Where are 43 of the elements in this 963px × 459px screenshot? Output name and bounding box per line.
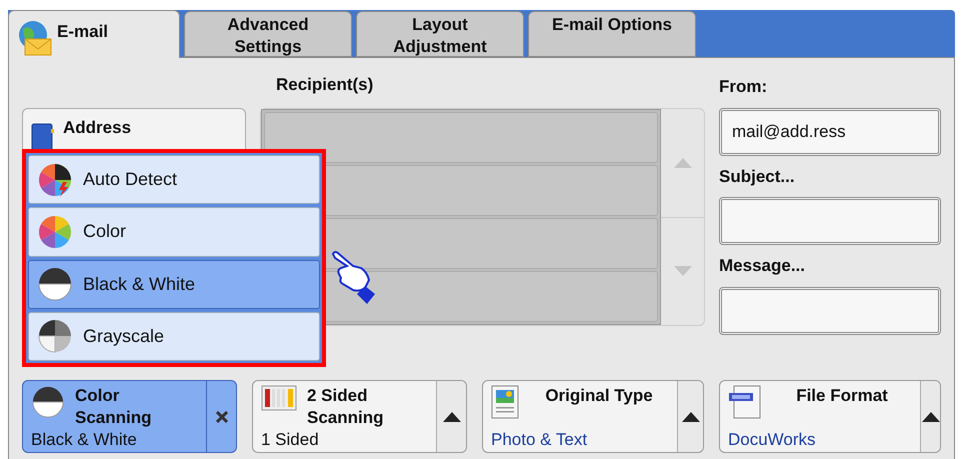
down-arrow-icon [674,266,692,276]
expand-button[interactable] [436,381,466,452]
close-icon [216,410,228,422]
auto-detect-icon [37,162,73,198]
text-field[interactable] [719,197,941,245]
menu-item[interactable]: Color [28,207,320,256]
feature-title: Original Type [544,385,654,407]
grayscale-icon [37,318,73,354]
document-icon [728,385,762,419]
feature-value: Black & White [31,430,137,451]
tab[interactable]: Advanced Settings [184,11,352,57]
recipients-label: Recipient(s) [275,74,374,96]
up-arrow-icon [682,412,700,422]
feature-value: Photo & Text [491,430,588,451]
up-arrow-icon [922,412,940,422]
up-arrow-icon [674,158,692,168]
menu-item[interactable]: Auto Detect [28,155,320,204]
field-label: From: [719,76,768,98]
feature-value: 1 Sided [261,430,319,451]
color-wheel-icon [37,214,73,250]
pointing-hand-icon [331,250,377,306]
feature-value: DocuWorks [728,430,816,451]
feature-title: File Format [795,385,889,407]
tab[interactable]: E-mail [8,10,180,58]
tab[interactable]: E-mail Options [528,11,696,57]
field-label: Message... [719,255,806,277]
feature-title: Color Scanning [75,385,153,429]
menu-item[interactable]: Grayscale [28,312,320,361]
text-field[interactable]: mail@add.ress [719,108,941,156]
recipient-row[interactable] [264,112,658,163]
menu-item[interactable]: Black & White [28,260,320,309]
expand-button[interactable] [920,381,940,452]
expand-button[interactable] [677,381,703,452]
text-field[interactable] [719,286,941,334]
up-arrow-icon [442,412,460,422]
tab[interactable]: Layout Adjustment [356,11,524,57]
field-label: Subject... [719,166,796,188]
feature-title: 2 Sided Scanning [307,385,385,429]
photo-document-icon [491,385,519,419]
half-circle-icon [37,266,73,302]
half-circle-icon [31,385,65,419]
globe-envelope-icon [17,19,53,57]
pages-icon [261,385,297,411]
